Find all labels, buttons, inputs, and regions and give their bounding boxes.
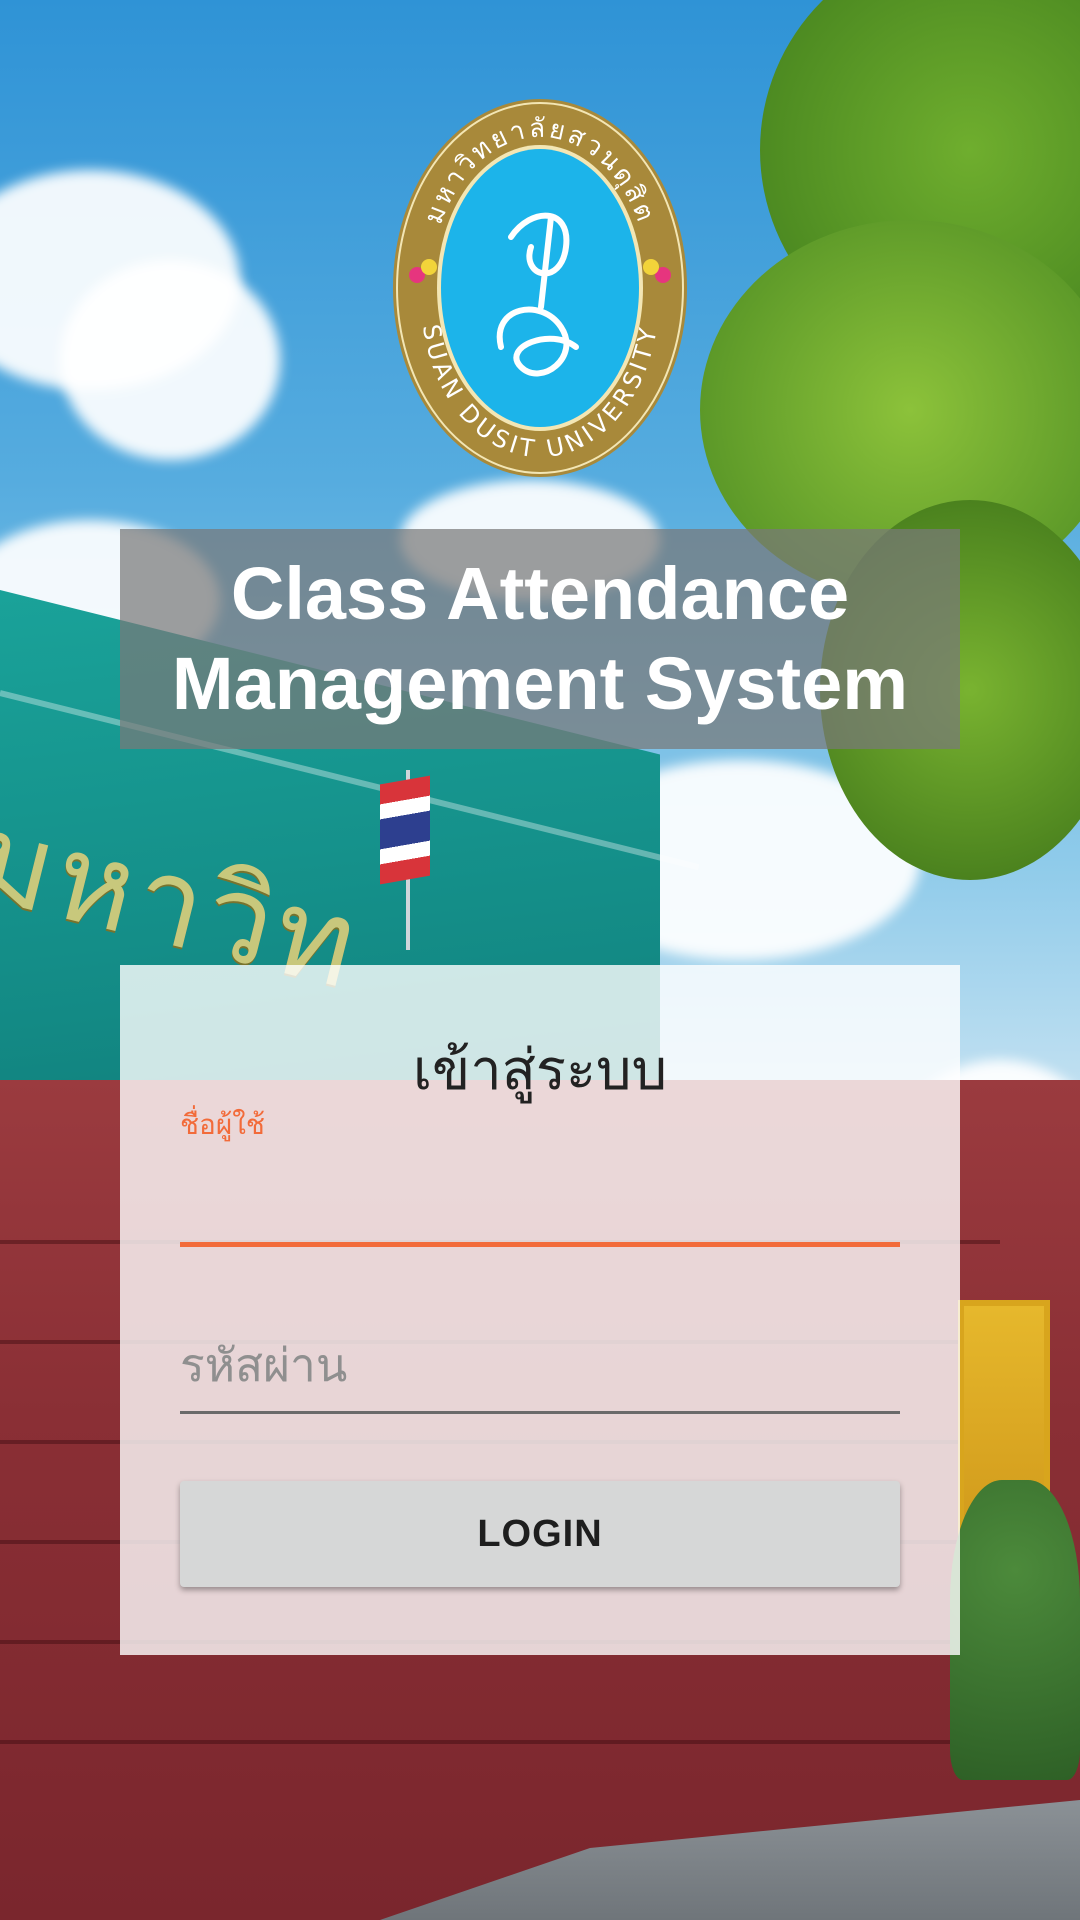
password-underline	[180, 1411, 900, 1414]
university-seal-icon: มหาวิทยาลัยสวนดุสิต SUAN DUSIT UNIVERSIT…	[393, 99, 687, 477]
app-title-line-2: Management System	[171, 642, 909, 725]
login-button[interactable]: LOGIN	[180, 1481, 900, 1587]
app-title-banner: Class Attendance Management System	[120, 529, 960, 749]
app-title-line-1: Class Attendance	[230, 552, 850, 635]
password-input[interactable]	[180, 1330, 900, 1400]
username-underline	[180, 1242, 900, 1247]
login-heading: เข้าสู่ระบบ	[412, 1038, 668, 1103]
university-seal-logo: มหาวิทยาลัยสวนดุสิต SUAN DUSIT UNIVERSIT…	[391, 97, 689, 479]
flag-decoration	[380, 775, 430, 885]
username-input[interactable]	[180, 1145, 904, 1211]
username-label: ชื่อผู้ใช้	[180, 1108, 265, 1141]
login-card: เข้าสู่ระบบ ชื่อผู้ใช้ LOGIN	[120, 965, 960, 1655]
